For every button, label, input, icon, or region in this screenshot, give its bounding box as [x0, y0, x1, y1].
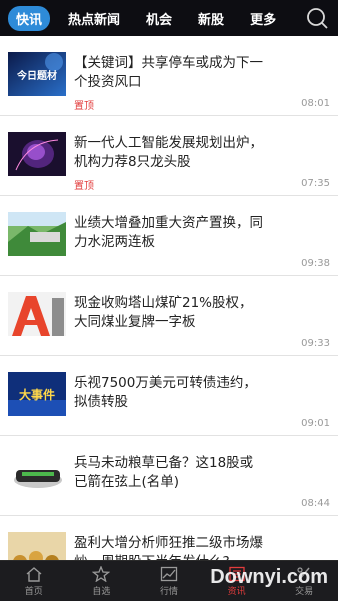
news-title: 业绩大增叠加重大资产置换，同力水泥两连板	[74, 215, 263, 250]
list-item[interactable]: 现金收购塔山煤矿21%股权，大同煤业复牌一字板 09:33	[0, 276, 338, 356]
chart-icon	[160, 566, 178, 581]
list-item[interactable]: 新一代人工智能发展规划出炉，机构力荐8只龙头股 置顶 07:35	[0, 116, 338, 196]
news-title: 新一代人工智能发展规划出炉，机构力荐8只龙头股	[74, 135, 263, 170]
news-title: 兵马未动粮草已备？这18股或已箭在弦上(名单)	[74, 455, 254, 490]
news-title: 【关键词】共享停车或成为下一个投资风口	[74, 55, 263, 90]
news-title: 现金收购塔山煤矿21%股权，大同煤业复牌一字板	[74, 295, 253, 330]
news-thumbnail	[8, 132, 66, 176]
top-tab-bar: 快讯 热点新闻 机会 新股 更多	[0, 0, 338, 36]
trade-icon	[297, 566, 310, 580]
bottom-nav: 首页 自选 行情 资讯 交易	[0, 560, 338, 601]
search-icon[interactable]	[304, 5, 330, 31]
tab-new-stock[interactable]: 新股	[190, 6, 232, 31]
home-icon	[26, 566, 42, 582]
news-title: 乐视7500万美元可转债违约，拟债转股	[74, 375, 257, 410]
star-icon	[92, 565, 111, 582]
news-time: 09:38	[301, 258, 330, 269]
news-thumbnail: 今日题材	[8, 52, 66, 96]
news-list: 今日题材 【关键词】共享停车或成为下一个投资风口 置顶 08:01 新一代人工智…	[0, 36, 338, 596]
thumb-caption: 大事件	[19, 387, 55, 402]
news-thumbnail: 大事件	[8, 372, 66, 416]
news-time: 09:01	[301, 418, 330, 429]
nav-news[interactable]: 资讯	[203, 561, 271, 601]
news-thumbnail	[8, 212, 66, 256]
nav-home[interactable]: 首页	[0, 561, 68, 601]
tab-more[interactable]: 更多	[242, 6, 284, 31]
nav-news-label: 资讯	[227, 586, 246, 597]
news-time: 07:35	[301, 178, 330, 189]
news-thumbnail	[8, 292, 66, 336]
news-time: 09:33	[301, 338, 330, 349]
list-item[interactable]: 今日题材 【关键词】共享停车或成为下一个投资风口 置顶 08:01	[0, 36, 338, 116]
nav-market-label: 行情	[159, 586, 178, 597]
tab-kuaixun[interactable]: 快讯	[8, 5, 51, 31]
nav-trade[interactable]: 交易	[270, 561, 338, 601]
nav-favorites[interactable]: 自选	[68, 561, 136, 601]
list-item[interactable]: 业绩大增叠加重大资产置换，同力水泥两连板 09:38	[0, 196, 338, 276]
list-item[interactable]: 兵马未动粮草已备？这18股或已箭在弦上(名单) 08:44	[0, 436, 338, 516]
nav-market[interactable]: 行情	[135, 561, 203, 601]
tab-hot-news[interactable]: 热点新闻	[60, 6, 128, 31]
tab-opportunity[interactable]: 机会	[138, 6, 180, 31]
nav-favorites-label: 自选	[92, 586, 111, 597]
nav-home-label: 首页	[24, 586, 43, 597]
news-time: 08:44	[301, 498, 330, 509]
list-item[interactable]: 大事件 乐视7500万美元可转债违约，拟债转股 09:01	[0, 356, 338, 436]
news-thumbnail	[8, 452, 66, 496]
thumb-caption: 今日题材	[16, 69, 57, 82]
news-time: 08:01	[301, 98, 330, 109]
nav-trade-label: 交易	[295, 586, 314, 597]
pinned-badge: 置顶	[74, 181, 94, 192]
news-icon	[228, 566, 245, 581]
pinned-badge: 置顶	[74, 101, 94, 112]
